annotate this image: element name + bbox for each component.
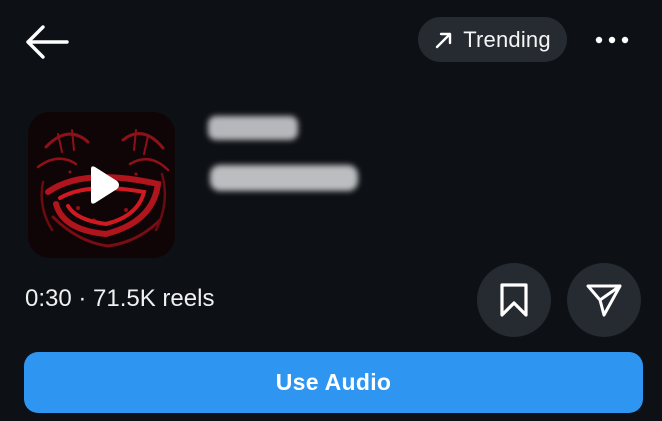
share-button[interactable] (567, 263, 641, 337)
audio-title-redacted (208, 116, 298, 140)
artist-name-redacted (210, 165, 358, 191)
more-options-button[interactable] (588, 22, 636, 58)
save-button[interactable] (477, 263, 551, 337)
use-audio-label: Use Audio (275, 369, 392, 395)
arrow-up-right-icon (435, 32, 452, 48)
more-horizontal-icon (595, 36, 629, 44)
use-audio-button[interactable]: Use Audio (24, 352, 643, 413)
audio-meta: 0:30 · 71.5K reels (25, 285, 215, 312)
trending-button[interactable]: Trending (418, 17, 567, 62)
trending-label: Trending (463, 26, 551, 52)
arrow-left-icon (26, 25, 69, 59)
send-icon (586, 284, 622, 317)
back-button[interactable] (18, 20, 74, 64)
bookmark-icon (500, 283, 528, 317)
audio-page: Trending 0:30 · 71.5K reels Use Audio (0, 0, 662, 421)
play-icon (90, 166, 119, 204)
audio-cover[interactable] (28, 112, 175, 258)
